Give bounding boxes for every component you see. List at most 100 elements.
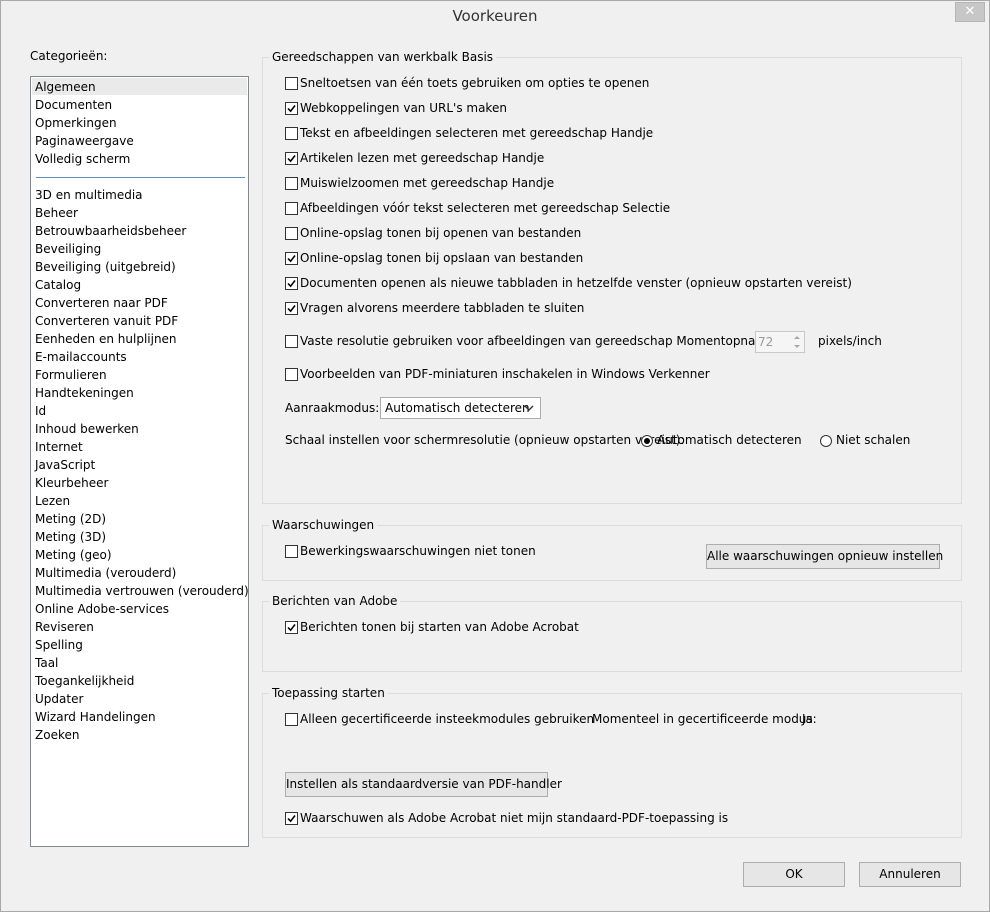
option-label: Afbeeldingen vóór tekst selecteren met g… [300,201,671,215]
certified-mode-value: Ja [802,712,813,726]
category-list[interactable]: Algemeen Documenten Opmerkingen Paginawe… [30,76,249,847]
preferences-dialog: Voorkeuren ✕ Categorieën: Algemeen Docum… [0,0,990,912]
checkmark-icon [287,815,296,823]
scale-auto-radio[interactable] [641,435,653,447]
category-item[interactable]: E-mailaccounts [35,348,127,366]
warnings-group-title: Waarschuwingen [269,518,378,532]
spin-down-icon[interactable] [790,342,804,351]
touch-mode-label: Aanraakmodus: [285,401,380,415]
category-item[interactable]: Meting (2D) [35,510,106,528]
edit-warnings-checkbox[interactable] [285,545,298,558]
category-item[interactable]: Beveiliging (uitgebreid) [35,258,176,276]
category-item[interactable]: Reviseren [35,618,94,636]
category-item[interactable]: Toegankelijkheid [35,672,134,690]
category-item[interactable]: Converteren vanuit PDF [35,312,178,330]
chevron-down-icon [524,405,534,411]
category-item[interactable]: Inhoud bewerken [35,420,139,438]
category-item-paginaweergave[interactable]: Paginaweergave [35,132,134,150]
option-label: Tekst en afbeeldingen selecteren met ger… [300,126,654,140]
category-item[interactable]: Catalog [35,276,81,294]
option-label: Artikelen lezen met gereedschap Handje [300,151,545,165]
option-checkbox[interactable] [285,202,298,215]
category-item-documenten[interactable]: Documenten [35,96,112,114]
category-item[interactable]: Meting (geo) [35,546,112,564]
thumbnails-label: Voorbeelden van PDF-miniaturen inschakel… [300,367,710,381]
category-item[interactable]: Wizard Handelingen [35,708,156,726]
touch-mode-select[interactable]: Automatisch detecteren [380,397,541,419]
warn-default-app-checkbox[interactable] [285,812,298,825]
category-item-volledig-scherm[interactable]: Volledig scherm [35,150,130,168]
spin-up-icon[interactable] [790,333,804,342]
category-item-algemeen[interactable]: Algemeen [35,78,96,96]
option-label: Online-opslag tonen bij openen van besta… [300,226,582,240]
touch-mode-value: Automatisch detecteren [385,401,530,415]
cancel-button[interactable]: Annuleren [859,862,961,887]
close-icon: ✕ [964,4,976,19]
scale-label: Schaal instellen voor schermresolutie (o… [285,433,685,447]
category-item[interactable]: Internet [35,438,83,456]
categories-heading: Categorieën: [30,49,108,63]
checkmark-icon [287,255,296,263]
checkmark-icon [287,624,296,632]
checkmark-icon [287,105,296,113]
category-separator [36,177,245,178]
category-item[interactable]: Zoeken [35,726,79,744]
ok-button[interactable]: OK [743,862,845,887]
adobe-messages-label: Berichten tonen bij starten van Adobe Ac… [300,620,579,634]
reset-warnings-button[interactable]: Alle waarschuwingen opnieuw instellen [706,544,943,569]
adobe-messages-checkbox[interactable] [285,621,298,634]
option-checkbox[interactable] [285,127,298,140]
option-checkbox[interactable] [285,227,298,240]
category-item[interactable]: Online Adobe-services [35,600,169,618]
resolution-spinbox[interactable]: 72 [755,331,805,353]
category-item[interactable]: Eenheden en hulplijnen [35,330,177,348]
option-checkbox[interactable] [285,77,298,90]
checkmark-icon [287,155,296,163]
category-item[interactable]: Meting (3D) [35,528,106,546]
category-item[interactable]: JavaScript [35,456,95,474]
option-label: Online-opslag tonen bij opslaan van best… [300,251,584,265]
category-item[interactable]: Lezen [35,492,70,510]
category-item[interactable]: Betrouwbaarheidsbeheer [35,222,186,240]
dialog-title: Voorkeuren [452,7,538,25]
category-item[interactable]: Kleurbeheer [35,474,108,492]
category-item[interactable]: Beveiliging [35,240,101,258]
category-item[interactable]: Multimedia vertrouwen (verouderd) [35,582,249,600]
option-checkbox[interactable] [285,277,298,290]
adobe-messages-group-title: Berichten van Adobe [269,594,401,608]
category-item-opmerkingen[interactable]: Opmerkingen [35,114,117,132]
scale-none-radio[interactable] [820,435,832,447]
option-label: Webkoppelingen van URL's maken [300,101,507,115]
option-checkbox[interactable] [285,252,298,265]
certified-plugins-checkbox[interactable] [285,713,298,726]
option-checkbox[interactable] [285,177,298,190]
option-label: Muiswielzoomen met gereedschap Handje [300,176,555,190]
scale-none-label: Niet schalen [836,433,911,447]
thumbnails-checkbox[interactable] [285,368,298,381]
option-label: Documenten openen als nieuwe tabbladen i… [300,276,852,290]
checkmark-icon [287,305,296,313]
adobe-messages-group [262,601,962,672]
title-bar: Voorkeuren ✕ [1,1,989,33]
option-checkbox[interactable] [285,152,298,165]
fixed-resolution-checkbox[interactable] [285,335,298,348]
option-label: Sneltoetsen van één toets gebruiken om o… [300,76,650,90]
category-item[interactable]: Id [35,402,46,420]
category-item[interactable]: Multimedia (verouderd) [35,564,176,582]
category-item[interactable]: Updater [35,690,83,708]
category-item[interactable]: 3D en multimedia [35,186,143,204]
option-checkbox[interactable] [285,302,298,315]
default-pdf-handler-button[interactable]: Instellen als standaardversie van PDF-ha… [285,772,562,797]
category-item[interactable]: Formulieren [35,366,107,384]
option-checkbox[interactable] [285,102,298,115]
category-item[interactable]: Spelling [35,636,83,654]
toolbar-tools-group-title: Gereedschappen van werkbalk Basis [269,50,497,64]
close-button[interactable]: ✕ [955,2,985,22]
category-item[interactable]: Handtekeningen [35,384,134,402]
resolution-unit: pixels/inch [818,334,882,348]
resolution-value: 72 [758,335,774,349]
category-item[interactable]: Taal [35,654,58,672]
category-item[interactable]: Converteren naar PDF [35,294,168,312]
category-item[interactable]: Beheer [35,204,78,222]
option-label: Vragen alvorens meerdere tabbladen te sl… [300,301,585,315]
